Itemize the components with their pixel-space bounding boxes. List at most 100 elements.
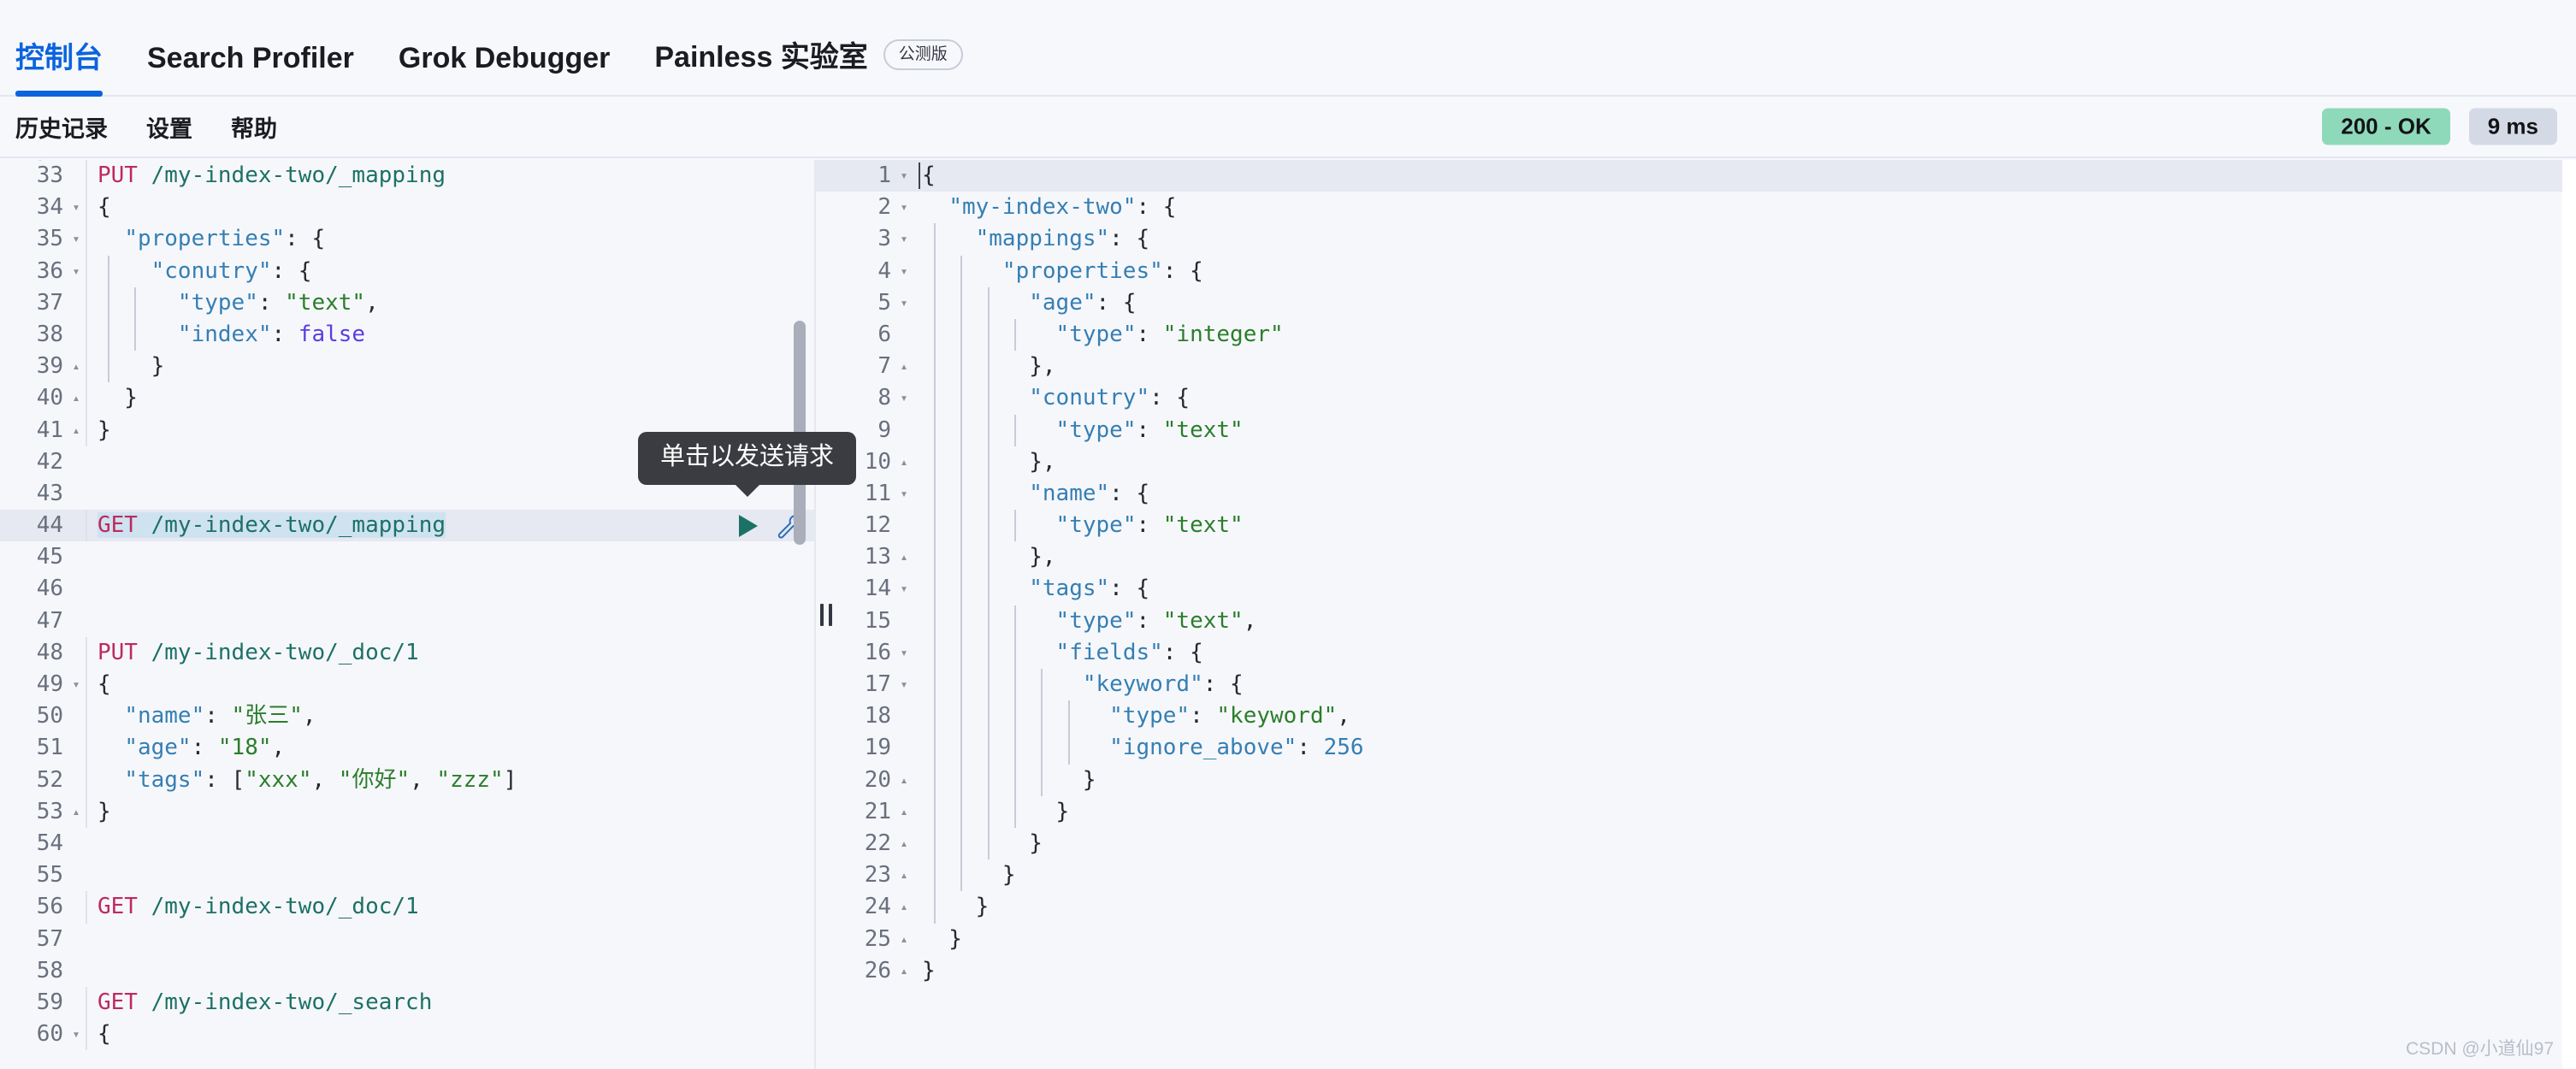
tab-painless-lab[interactable]: Painless 实验室 公测版 (654, 39, 963, 95)
menu-help[interactable]: 帮助 (231, 110, 277, 144)
fold-expand-icon[interactable]: ▴ (895, 828, 913, 859)
fold-collapse-icon[interactable]: ▾ (895, 637, 913, 669)
code-line[interactable]: 54 (0, 828, 814, 859)
code-text[interactable]: } (913, 764, 2562, 796)
code-line[interactable]: 7 ▴ }, (816, 351, 2562, 383)
code-line[interactable]: 24 ▴ } (816, 891, 2562, 924)
code-line[interactable]: 50 "name": "张三", (0, 700, 814, 733)
fold-collapse-icon[interactable]: ▾ (67, 1019, 86, 1050)
code-line[interactable]: 8 ▾ "conutry": { (816, 382, 2562, 415)
code-line[interactable]: 14 ▾ "tags": { (816, 573, 2562, 605)
fold-expand-icon[interactable]: ▴ (67, 382, 86, 414)
tab-console[interactable]: 控制台 (15, 44, 103, 97)
fold-collapse-icon[interactable]: ▾ (895, 287, 913, 319)
code-text[interactable]: "conutry": { (86, 255, 814, 287)
code-line[interactable]: 4 ▾ "properties": { (816, 255, 2562, 287)
fold-expand-icon[interactable]: ▴ (895, 955, 913, 987)
code-line[interactable]: 2 ▾ "my-index-two": { (816, 192, 2562, 223)
fold-expand-icon[interactable]: ▴ (67, 415, 86, 446)
code-line[interactable]: 55 (0, 859, 814, 891)
code-text[interactable]: "ignore_above": 256 (913, 732, 2562, 765)
code-line[interactable]: 22 ▴ } (816, 827, 2562, 860)
code-text[interactable]: "type": "text" (913, 510, 2562, 542)
code-text[interactable]: GET /my-index-two/_doc/1 (86, 891, 814, 924)
code-text[interactable]: PUT /my-index-two/_doc/1 (86, 636, 814, 670)
code-text[interactable]: "tags": { (913, 573, 2562, 605)
code-line[interactable]: 52 "tags": ["xxx", "你好", "zzz"] (0, 764, 814, 796)
code-line[interactable]: 10 ▴ }, (816, 446, 2562, 478)
code-line[interactable]: 47 (0, 605, 814, 637)
fold-collapse-icon[interactable]: ▾ (67, 669, 86, 700)
code-text[interactable]: { (86, 1019, 814, 1051)
code-text[interactable]: }, (913, 446, 2562, 478)
code-text[interactable]: } (86, 351, 814, 383)
code-line[interactable]: 34 ▾ { (0, 192, 814, 224)
fold-collapse-icon[interactable]: ▾ (895, 192, 913, 223)
code-line[interactable]: 20 ▴ } (816, 764, 2562, 796)
fold-collapse-icon[interactable]: ▾ (895, 478, 913, 510)
code-text[interactable]: "conutry": { (913, 382, 2562, 415)
code-text[interactable]: }, (913, 541, 2562, 574)
code-text[interactable]: } (86, 382, 814, 415)
code-text[interactable]: "age": "18", (86, 732, 814, 765)
code-line[interactable]: 17 ▾ "keyword": { (816, 669, 2562, 701)
code-line[interactable]: 21 ▴ } (816, 795, 2562, 828)
code-line[interactable]: 57 (0, 924, 814, 955)
code-text[interactable]: { (86, 669, 814, 701)
code-line[interactable]: 13 ▴ }, (816, 541, 2562, 574)
code-line[interactable]: 36 ▾ "conutry": { (0, 255, 814, 287)
code-text[interactable]: } (913, 795, 2562, 828)
code-text[interactable]: } (913, 859, 2562, 892)
fold-expand-icon[interactable]: ▴ (895, 351, 913, 382)
code-line[interactable]: 56 GET /my-index-two/_doc/1 (0, 891, 814, 924)
code-text[interactable]: } (913, 924, 2562, 955)
response-viewer-pane[interactable]: 1 ▾{2 ▾ "my-index-two": {3 ▾ "mappings": {4… (816, 160, 2562, 1069)
code-text[interactable]: GET /my-index-two/_search (86, 986, 814, 1019)
code-line[interactable]: 19 "ignore_above": 256 (816, 732, 2562, 765)
code-line[interactable]: 46 (0, 573, 814, 605)
code-line[interactable]: 53 ▴} (0, 795, 814, 829)
code-text[interactable]: } (913, 891, 2562, 924)
code-line[interactable]: 3 ▾ "mappings": { (816, 223, 2562, 256)
code-line[interactable]: 59 GET /my-index-two/_search (0, 986, 814, 1019)
fold-collapse-icon[interactable]: ▾ (895, 669, 913, 700)
code-text[interactable]: "name": "张三", (86, 700, 814, 733)
code-line[interactable]: 38 "index": false (0, 318, 814, 351)
code-text[interactable]: "index": false (86, 318, 814, 351)
code-text[interactable]: "type": "text", (913, 605, 2562, 637)
code-text[interactable]: "name": { (913, 477, 2562, 511)
code-line[interactable]: 23 ▴ } (816, 859, 2562, 892)
request-editor-lines[interactable]: 33 PUT /my-index-two/_mapping 34 ▾{35 ▾ "pro… (0, 160, 814, 1051)
fold-collapse-icon[interactable]: ▾ (67, 223, 86, 255)
code-line[interactable]: 25 ▴ } (816, 924, 2562, 955)
menu-history[interactable]: 历史记录 (15, 110, 108, 144)
code-text[interactable]: "mappings": { (913, 223, 2562, 256)
code-line[interactable]: 11 ▾ "name": { (816, 477, 2562, 511)
fold-expand-icon[interactable]: ▴ (67, 796, 86, 828)
fold-collapse-icon[interactable]: ▾ (895, 256, 913, 287)
code-line[interactable]: 51 "age": "18", (0, 732, 814, 765)
code-text[interactable]: { (913, 160, 2562, 192)
code-text[interactable]: "age": { (913, 286, 2562, 319)
fold-expand-icon[interactable]: ▴ (895, 765, 913, 796)
code-line[interactable]: 44 GET /my-index-two/_mapping (0, 510, 814, 542)
fold-collapse-icon[interactable]: ▾ (895, 223, 913, 255)
code-line[interactable]: 15 "type": "text", (816, 605, 2562, 637)
code-line[interactable]: 58 (0, 955, 814, 987)
code-text[interactable]: "type": "keyword", (913, 700, 2562, 733)
menu-settings[interactable]: 设置 (146, 110, 192, 144)
code-line[interactable]: 48 PUT /my-index-two/_doc/1 (0, 636, 814, 670)
fold-expand-icon[interactable]: ▴ (895, 859, 913, 891)
code-text[interactable]: "properties": { (86, 223, 814, 256)
response-viewer-lines[interactable]: 1 ▾{2 ▾ "my-index-two": {3 ▾ "mappings": {4… (816, 160, 2562, 987)
fold-expand-icon[interactable]: ▴ (895, 924, 913, 955)
code-line[interactable]: 18 "type": "keyword", (816, 700, 2562, 733)
code-line[interactable]: 35 ▾ "properties": { (0, 223, 814, 256)
tab-grok-debugger[interactable]: Grok Debugger (399, 44, 610, 95)
code-text[interactable]: }, (913, 351, 2562, 383)
code-line[interactable]: 39 ▴ } (0, 351, 814, 383)
code-line[interactable]: 37 "type": "text", (0, 286, 814, 320)
code-line[interactable]: 5 ▾ "age": { (816, 286, 2562, 319)
code-text[interactable]: "type": "text" (913, 414, 2562, 446)
code-text[interactable]: "tags": ["xxx", "你好", "zzz"] (86, 764, 814, 796)
